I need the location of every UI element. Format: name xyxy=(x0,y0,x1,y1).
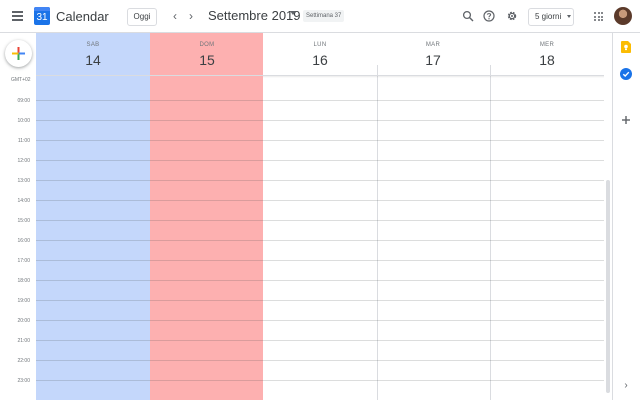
hour-line xyxy=(36,280,604,281)
menu-icon[interactable] xyxy=(12,11,23,21)
hour-line xyxy=(36,240,604,241)
time-label: 13:00 xyxy=(17,178,30,184)
month-title[interactable]: Settembre 2019 xyxy=(208,8,301,23)
chevron-down-icon[interactable] xyxy=(567,15,571,18)
time-label: 22:00 xyxy=(17,358,30,364)
hour-line xyxy=(36,140,604,141)
timezone-label: GMT+02 xyxy=(11,77,31,83)
next-period-button[interactable]: › xyxy=(184,8,198,24)
keep-icon[interactable] xyxy=(621,41,631,53)
hour-line xyxy=(36,200,604,201)
hour-line xyxy=(36,380,604,381)
today-button[interactable]: Oggi xyxy=(127,8,157,26)
tasks-icon[interactable] xyxy=(620,68,632,80)
avatar[interactable] xyxy=(614,7,632,25)
hour-line xyxy=(36,220,604,221)
create-event-button[interactable] xyxy=(5,40,32,67)
hour-line xyxy=(36,160,604,161)
hour-line xyxy=(36,260,604,261)
hour-line xyxy=(36,340,604,341)
week-number-badge: Settimana 37 xyxy=(303,10,345,22)
gear-icon[interactable] xyxy=(506,10,518,22)
time-label: 12:00 xyxy=(17,158,30,164)
time-label: 17:00 xyxy=(17,258,30,264)
day-number[interactable]: 14 xyxy=(36,52,150,68)
day-name: LUN xyxy=(313,42,327,48)
time-label: 15:00 xyxy=(17,218,30,224)
expand-icon[interactable]: › xyxy=(621,381,631,391)
day-number[interactable]: 18 xyxy=(490,52,604,68)
help-icon[interactable] xyxy=(483,10,495,22)
vertical-scrollbar[interactable] xyxy=(606,180,610,393)
search-icon[interactable] xyxy=(462,10,474,22)
app-title[interactable]: Calendar xyxy=(56,9,109,24)
day-name: MAR xyxy=(425,42,441,48)
hour-line xyxy=(36,320,604,321)
calendar-logo[interactable]: 31 xyxy=(34,7,50,25)
day-name: SAB xyxy=(86,42,100,48)
hour-line xyxy=(36,180,604,181)
apps-icon[interactable] xyxy=(594,12,603,21)
plus-icon xyxy=(12,47,25,60)
hour-line xyxy=(36,300,604,301)
time-label: 23:00 xyxy=(17,378,30,384)
prev-period-button[interactable]: ‹ xyxy=(168,8,182,24)
time-label: 09:00 xyxy=(17,98,30,104)
day-name: MER xyxy=(539,42,555,48)
time-label: 14:00 xyxy=(17,198,30,204)
time-label: 16:00 xyxy=(17,238,30,244)
time-label: 20:00 xyxy=(17,318,30,324)
hour-line xyxy=(36,100,604,101)
add-addon-icon[interactable] xyxy=(621,115,631,125)
top-bar: 31 Calendar Oggi ‹ › Settembre 2019 Sett… xyxy=(0,0,640,33)
time-label: 18:00 xyxy=(17,278,30,284)
side-panel xyxy=(612,33,640,400)
time-label: 21:00 xyxy=(17,338,30,344)
hour-line xyxy=(36,120,604,121)
week-grid: SAB 14 DOM 15 LUN 16 MAR 17 MER 18 xyxy=(36,33,604,400)
day-number[interactable]: 15 xyxy=(150,52,264,68)
time-label: 10:00 xyxy=(17,118,30,124)
column-divider xyxy=(490,65,491,400)
hour-line xyxy=(36,360,604,361)
time-label: 11:00 xyxy=(17,138,30,144)
chevron-down-icon[interactable] xyxy=(290,11,296,15)
column-divider xyxy=(377,65,378,400)
logo-day: 31 xyxy=(36,12,48,23)
day-name: DOM xyxy=(199,42,215,48)
time-label: 19:00 xyxy=(17,298,30,304)
day-column-sunday[interactable] xyxy=(150,33,263,400)
day-column-saturday[interactable] xyxy=(36,33,150,400)
day-number[interactable]: 16 xyxy=(263,52,377,68)
calendar-app: 31 Calendar Oggi ‹ › Settembre 2019 Sett… xyxy=(0,0,640,400)
day-number[interactable]: 17 xyxy=(376,52,490,68)
header-shadow xyxy=(263,76,604,78)
